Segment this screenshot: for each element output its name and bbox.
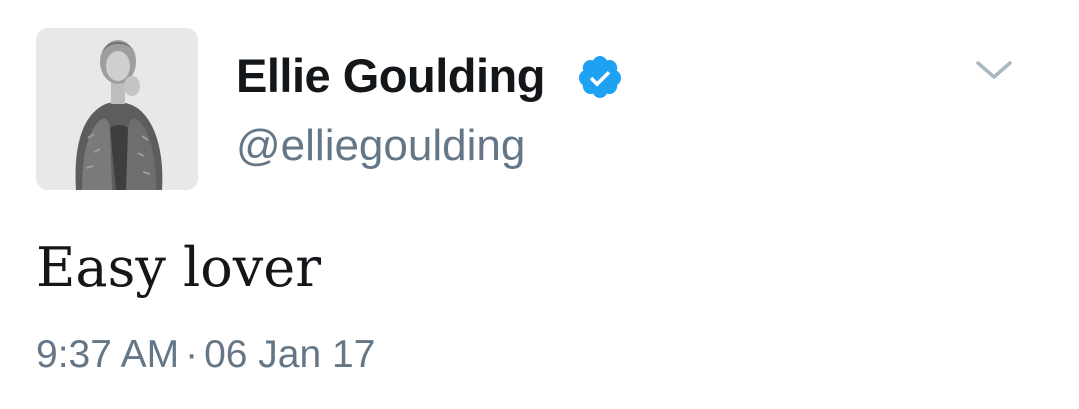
chevron-down-icon[interactable] [972,55,1016,85]
avatar[interactable] [36,28,198,190]
tweet-date: 06 Jan 17 [204,333,376,376]
timestamp-separator: · [185,333,199,376]
tweet-time: 9:37 AM [36,333,180,376]
avatar-photo [36,28,198,190]
tweet-card: Ellie Goulding @elliegoulding Easy lover… [0,0,1079,409]
user-handle[interactable]: @elliegoulding [236,118,525,174]
tweet-text: Easy lover [36,236,322,299]
verified-badge-icon [578,56,621,98]
tweet-timestamp[interactable]: 9:37 AM · 06 Jan 17 [36,330,375,380]
display-name[interactable]: Ellie Goulding [236,46,545,106]
